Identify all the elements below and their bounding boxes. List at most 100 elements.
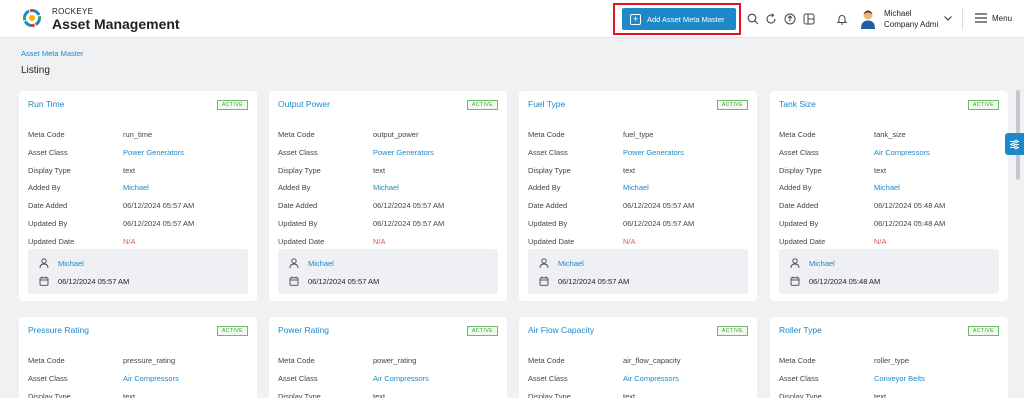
added-by-link[interactable]: Michael (874, 183, 900, 192)
field-value: N/A (123, 237, 136, 246)
user-icon (790, 258, 800, 268)
field-label: Updated By (28, 219, 68, 228)
added-by-link[interactable]: Michael (623, 183, 649, 192)
calendar-icon (289, 276, 299, 286)
asset-class-link[interactable]: Power Generators (373, 148, 434, 157)
field-label: Asset Class (528, 148, 568, 157)
footer-date: 06/12/2024 05:57 AM (308, 276, 380, 286)
filter-button[interactable] (1005, 133, 1024, 155)
refresh-icon[interactable] (765, 13, 777, 25)
card-title[interactable]: Power Rating (278, 325, 329, 335)
field-label: Meta Code (779, 356, 816, 365)
search-icon[interactable] (747, 13, 759, 25)
field-value: 06/12/2024 05:48 AM (874, 219, 946, 228)
asset-class-link[interactable]: Air Compressors (874, 148, 930, 157)
field-label: Updated By (278, 219, 318, 228)
card-title[interactable]: Roller Type (779, 325, 822, 335)
field-label: Meta Code (779, 130, 816, 139)
field-label: Added By (779, 183, 812, 192)
field-label: Display Type (528, 166, 571, 175)
menu-button[interactable]: Menu (975, 13, 1012, 23)
field-label: Date Added (779, 201, 819, 210)
meta-card[interactable]: Output Power ACTIVE Meta Code output_powe… (269, 91, 507, 301)
layout-icon[interactable] (803, 13, 815, 25)
footer-user[interactable]: Michael (558, 259, 584, 268)
field-label: Display Type (28, 392, 71, 398)
card-title[interactable]: Tank Size (779, 99, 816, 109)
asset-class-link[interactable]: Air Compressors (623, 374, 679, 383)
field-label: Date Added (278, 201, 318, 210)
field-label: Added By (28, 183, 61, 192)
field-label: Added By (528, 183, 561, 192)
field-value: text (874, 166, 887, 175)
status-badge: ACTIVE (466, 100, 498, 110)
field-value: text (623, 392, 636, 398)
bell-icon[interactable] (836, 13, 848, 25)
field-label: Updated Date (28, 237, 75, 246)
calendar-icon (539, 276, 549, 286)
card-title[interactable]: Pressure Rating (28, 325, 89, 335)
meta-card[interactable]: Fuel Type ACTIVE Meta Code fuel_type Asse… (519, 91, 757, 301)
field-label: Meta Code (278, 356, 315, 365)
meta-card[interactable]: Air Flow Capacity ACTIVE Meta Code air_fl… (519, 317, 757, 398)
chevron-down-icon[interactable] (943, 13, 953, 23)
calendar-icon (790, 276, 800, 286)
added-by-link[interactable]: Michael (373, 183, 399, 192)
field-label: Meta Code (528, 130, 565, 139)
app-title: Asset Management (52, 16, 180, 32)
card-title[interactable]: Run Time (28, 99, 64, 109)
asset-class-link[interactable]: Power Generators (123, 148, 184, 157)
footer-user[interactable]: Michael (308, 259, 334, 268)
footer-user[interactable]: Michael (809, 259, 835, 268)
field-label: Meta Code (28, 356, 65, 365)
asset-class-link[interactable]: Air Compressors (373, 374, 429, 383)
asset-class-link[interactable]: Conveyor Belts (874, 374, 925, 383)
meta-card[interactable]: Tank Size ACTIVE Meta Code tank_size Asse… (770, 91, 1008, 301)
field-value: 06/12/2024 05:57 AM (123, 219, 195, 228)
user-menu[interactable]: Michael Company Admi (884, 8, 938, 30)
card-footer: Michael 06/12/2024 05:48 AM (779, 249, 999, 294)
add-asset-meta-master-button[interactable]: + Add Asset Meta Master (622, 8, 736, 30)
field-label: Updated Date (779, 237, 826, 246)
meta-card[interactable]: Power Rating ACTIVE Meta Code power_ratin… (269, 317, 507, 398)
asset-class-link[interactable]: Power Generators (623, 148, 684, 157)
brand-name: ROCKEYE (52, 7, 94, 16)
user-name: Michael (884, 9, 912, 18)
status-badge: ACTIVE (216, 100, 248, 110)
upload-icon[interactable] (784, 13, 796, 25)
asset-class-link[interactable]: Air Compressors (123, 374, 179, 383)
user-avatar-icon[interactable] (860, 9, 876, 29)
card-footer: Michael 06/12/2024 05:57 AM (28, 249, 248, 294)
rockeye-logo-icon (23, 9, 41, 27)
meta-card[interactable]: Run Time ACTIVE Meta Code run_time Asset … (19, 91, 257, 301)
card-title[interactable]: Output Power (278, 99, 330, 109)
card-title[interactable]: Air Flow Capacity (528, 325, 594, 335)
field-value: text (123, 166, 136, 175)
meta-card[interactable]: Pressure Rating ACTIVE Meta Code pressure… (19, 317, 257, 398)
breadcrumb[interactable]: Asset Meta Master (21, 49, 84, 58)
footer-date: 06/12/2024 05:57 AM (558, 276, 630, 286)
field-label: Display Type (278, 166, 321, 175)
field-label: Display Type (278, 392, 321, 398)
status-badge: ACTIVE (716, 326, 748, 336)
field-value: 06/12/2024 05:57 AM (123, 201, 195, 210)
field-value: text (373, 166, 386, 175)
add-button-label: Add Asset Meta Master (647, 14, 725, 24)
added-by-link[interactable]: Michael (123, 183, 149, 192)
field-label: Added By (278, 183, 311, 192)
field-label: Display Type (779, 392, 822, 398)
meta-card[interactable]: Roller Type ACTIVE Meta Code roller_type … (770, 317, 1008, 398)
field-label: Asset Class (779, 148, 819, 157)
user-icon (539, 258, 549, 268)
field-label: Meta Code (528, 356, 565, 365)
card-footer: Michael 06/12/2024 05:57 AM (278, 249, 498, 294)
card-footer: Michael 06/12/2024 05:57 AM (528, 249, 748, 294)
field-value: 06/12/2024 05:57 AM (623, 219, 695, 228)
field-value: 06/12/2024 05:57 AM (373, 201, 445, 210)
footer-user[interactable]: Michael (58, 259, 84, 268)
field-value: 06/12/2024 05:57 AM (373, 219, 445, 228)
page-title: Listing (21, 65, 50, 76)
field-label: Asset Class (278, 148, 318, 157)
field-label: Asset Class (779, 374, 819, 383)
card-title[interactable]: Fuel Type (528, 99, 565, 109)
